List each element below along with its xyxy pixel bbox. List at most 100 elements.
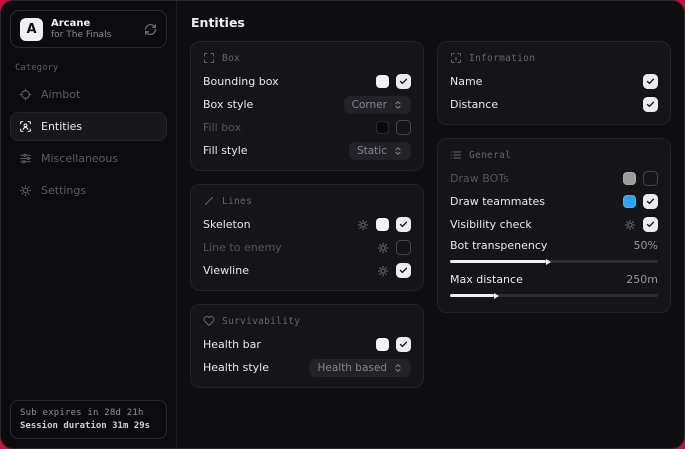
row-name: Name — [450, 70, 658, 93]
checkbox[interactable] — [396, 74, 411, 89]
refresh-icon[interactable] — [144, 23, 157, 36]
setting-label: Distance — [450, 98, 498, 111]
setting-label: Bounding box — [203, 75, 279, 88]
fill-style-dropdown[interactable]: Static — [349, 142, 411, 160]
category-label: Category — [15, 63, 162, 73]
row-max-distance: Max distance 250m — [450, 270, 658, 304]
row-skeleton: Skeleton — [203, 213, 411, 236]
checkbox[interactable] — [643, 97, 658, 112]
card-box: Box Bounding box Box style Corner — [190, 41, 424, 171]
box-corners-icon — [203, 52, 215, 64]
gear-icon — [19, 184, 32, 197]
sidebar-nav: Aimbot Entities Miscellaneous Settings — [10, 80, 167, 205]
sidebar-item-settings[interactable]: Settings — [10, 176, 167, 205]
row-fill-style: Fill style Static — [203, 139, 411, 162]
setting-label: Skeleton — [203, 218, 251, 231]
row-box-style: Box style Corner — [203, 93, 411, 116]
card-survivability: Survivability Health bar Health style He… — [190, 304, 424, 388]
slider-value: 250m — [626, 273, 658, 286]
row-draw-bots: Draw BOTs — [450, 167, 658, 190]
subscription-status: Sub expires in 28d 21h Session duration … — [10, 400, 167, 439]
setting-label: Bot transpenency — [450, 239, 547, 252]
row-draw-teammates: Draw teammates — [450, 190, 658, 213]
row-distance: Distance — [450, 93, 658, 116]
row-bot-transparency: Bot transpenency 50% — [450, 236, 658, 270]
checkbox[interactable] — [643, 171, 658, 186]
slider-value: 50% — [634, 239, 658, 252]
slider-fill — [450, 294, 494, 297]
setting-label: Health style — [203, 361, 269, 374]
app-window: A Arcane for The Finals Category Aimbot — [0, 0, 685, 449]
dropdown-value: Corner — [352, 99, 387, 111]
sidebar-item-label: Settings — [41, 184, 86, 197]
sliders-icon — [19, 152, 32, 165]
box-style-dropdown[interactable]: Corner — [344, 96, 411, 114]
gear-icon[interactable] — [377, 242, 389, 254]
checkbox[interactable] — [396, 263, 411, 278]
heart-icon — [203, 315, 215, 327]
sidebar: A Arcane for The Finals Category Aimbot — [1, 1, 177, 448]
card-title: Lines — [222, 196, 252, 207]
row-health-bar: Health bar — [203, 333, 411, 356]
gear-icon[interactable] — [357, 219, 369, 231]
sidebar-item-label: Entities — [41, 120, 82, 133]
color-swatch[interactable] — [623, 195, 636, 208]
list-icon — [450, 149, 462, 161]
setting-label: Viewline — [203, 264, 249, 277]
checkbox[interactable] — [396, 337, 411, 352]
color-swatch[interactable] — [376, 218, 389, 231]
chevrons-up-down-icon — [393, 100, 403, 110]
checkbox[interactable] — [643, 74, 658, 89]
session-duration-text: Session duration 31m 29s — [20, 421, 157, 431]
checkbox[interactable] — [396, 240, 411, 255]
card-title: Information — [469, 53, 535, 64]
health-style-dropdown[interactable]: Health based — [309, 359, 411, 377]
card-information: Information Name Distance — [437, 41, 671, 125]
row-health-style: Health style Health based — [203, 356, 411, 379]
gear-icon[interactable] — [624, 219, 636, 231]
color-swatch[interactable] — [376, 121, 389, 134]
checkbox[interactable] — [643, 194, 658, 209]
info-icon — [450, 52, 462, 64]
bot-transparency-slider[interactable] — [450, 260, 658, 263]
setting-label: Visibility check — [450, 218, 532, 231]
dropdown-value: Static — [357, 145, 387, 157]
app-subtitle: for The Finals — [51, 30, 111, 40]
app-name: Arcane — [51, 18, 111, 30]
row-fill-box: Fill box — [203, 116, 411, 139]
color-swatch[interactable] — [623, 172, 636, 185]
max-distance-slider[interactable] — [450, 294, 658, 297]
chevrons-up-down-icon — [393, 146, 403, 156]
setting-label: Draw BOTs — [450, 172, 509, 185]
scan-person-icon — [19, 120, 32, 133]
card-lines: Lines Skeleton Line to enemy — [190, 184, 424, 291]
sidebar-item-miscellaneous[interactable]: Miscellaneous — [10, 144, 167, 173]
checkbox[interactable] — [396, 120, 411, 135]
sidebar-item-aimbot[interactable]: Aimbot — [10, 80, 167, 109]
brand-card: A Arcane for The Finals — [10, 10, 167, 48]
chevrons-up-down-icon — [393, 363, 403, 373]
row-bounding-box: Bounding box — [203, 70, 411, 93]
app-logo: A — [20, 18, 43, 41]
crosshair-icon — [19, 88, 32, 101]
slider-fill — [450, 260, 546, 263]
sidebar-item-label: Aimbot — [41, 88, 80, 101]
sidebar-item-entities[interactable]: Entities — [10, 112, 167, 141]
color-swatch[interactable] — [376, 75, 389, 88]
checkbox[interactable] — [396, 217, 411, 232]
sub-expires-text: Sub expires in 28d 21h — [20, 408, 157, 418]
color-swatch[interactable] — [376, 338, 389, 351]
checkbox[interactable] — [643, 217, 658, 232]
diagonal-line-icon — [203, 195, 215, 207]
setting-label: Name — [450, 75, 482, 88]
sidebar-item-label: Miscellaneous — [41, 152, 118, 165]
row-line-to-enemy: Line to enemy — [203, 236, 411, 259]
gear-icon[interactable] — [377, 265, 389, 277]
setting-label: Box style — [203, 98, 253, 111]
card-title: Box — [222, 53, 240, 64]
setting-label: Max distance — [450, 273, 523, 286]
row-visibility-check: Visibility check — [450, 213, 658, 236]
setting-label: Health bar — [203, 338, 261, 351]
main-content: Entities Box Bounding box — [177, 1, 684, 448]
setting-label: Line to enemy — [203, 241, 282, 254]
